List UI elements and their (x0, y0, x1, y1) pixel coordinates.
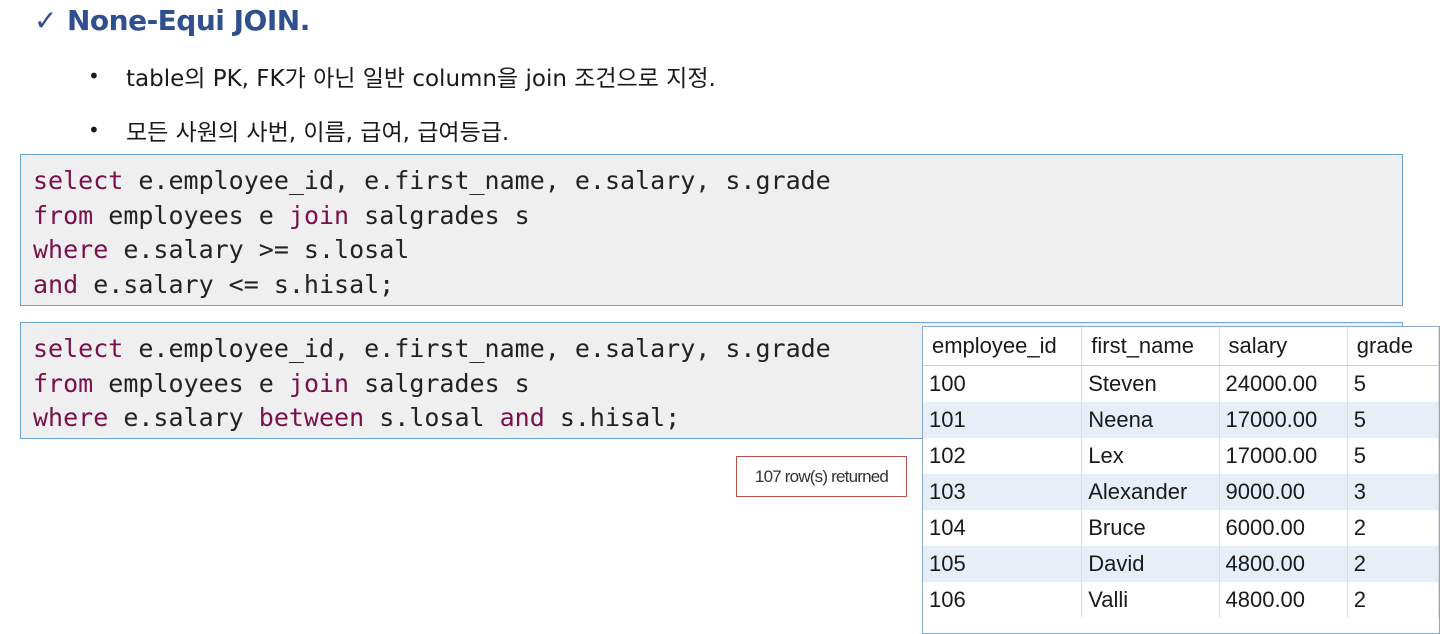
column-header[interactable]: first_name (1081, 327, 1220, 366)
table-row[interactable]: 106 Valli 4800.00 2 (923, 582, 1439, 618)
table-cell[interactable]: Lex (1081, 438, 1220, 474)
table-cell[interactable]: 2 (1347, 582, 1439, 618)
table-cell[interactable]: 17000.00 (1219, 402, 1348, 438)
table-cell[interactable]: Bruce (1081, 510, 1220, 546)
table-cell[interactable]: 4800.00 (1219, 546, 1348, 582)
sql-text: e.salary >= s.losal (108, 235, 410, 264)
table-cell[interactable]: Valli (1081, 582, 1220, 618)
section-heading: ✓ None-Equi JOIN. (34, 4, 310, 37)
table-cell[interactable]: 5 (1347, 365, 1439, 402)
table-cell[interactable]: 2 (1347, 510, 1439, 546)
table-cell[interactable]: 3 (1347, 474, 1439, 510)
sql-keyword: between (258, 403, 365, 432)
code-line: select e.employee_id, e.first_name, e.sa… (33, 164, 1390, 199)
table-cell[interactable]: David (1081, 546, 1220, 582)
table-cell[interactable]: Steven (1081, 365, 1220, 402)
sql-text: salgrades s (349, 368, 530, 398)
checkmark-icon: ✓ (34, 4, 57, 37)
sql-keyword: join (288, 200, 350, 230)
bullet-item: • 모든 사원의 사번, 이름, 급여, 급여등급. (88, 112, 716, 148)
table-row[interactable]: 105 David 4800.00 2 (923, 546, 1439, 582)
table-cell[interactable]: 100 (923, 365, 1083, 402)
sql-keyword: where (33, 403, 109, 432)
sql-keyword: select (33, 166, 124, 195)
table-cell[interactable]: 5 (1347, 438, 1439, 474)
table-cell[interactable]: 17000.00 (1219, 438, 1348, 474)
table-cell[interactable]: 2 (1347, 546, 1439, 582)
sql-text: e.employee_id, e.first_name, e.salary, s… (123, 334, 831, 363)
column-header[interactable]: grade (1347, 327, 1439, 366)
sql-keyword: from (33, 368, 94, 398)
sql-keyword: and (499, 403, 545, 432)
rows-returned-status: 107 row(s) returned (736, 456, 907, 497)
sql-text: s.hisal; (544, 403, 681, 432)
table-cell[interactable]: 102 (923, 438, 1083, 474)
sql-text: e.salary (108, 403, 259, 432)
table-cell[interactable]: 9000.00 (1219, 474, 1348, 510)
table-cell[interactable]: 105 (923, 546, 1083, 582)
result-header-row: employee_id first_name salary grade (923, 327, 1439, 366)
result-grid[interactable]: employee_id first_name salary grade 100 S… (922, 326, 1440, 634)
sql-keyword: join (288, 368, 350, 398)
table-row[interactable]: 100 Steven 24000.00 5 (923, 365, 1439, 402)
table-row[interactable]: 104 Bruce 6000.00 2 (923, 510, 1439, 546)
sql-code-block-1: select e.employee_id, e.first_name, e.sa… (20, 154, 1403, 306)
code-line: from employees e join salgrades s (33, 199, 1390, 234)
sql-keyword: from (33, 200, 94, 230)
table-cell[interactable]: 4800.00 (1219, 582, 1348, 618)
table-cell[interactable]: 5 (1347, 402, 1439, 438)
code-line: where e.salary >= s.losal (33, 233, 1390, 268)
bullet-dot-icon: • (88, 64, 100, 88)
sql-text: e.employee_id, e.first_name, e.salary, s… (123, 166, 831, 195)
table-row[interactable]: 101 Neena 17000.00 5 (923, 402, 1439, 438)
table-cell[interactable]: 101 (923, 402, 1083, 438)
column-header[interactable]: salary (1219, 327, 1348, 366)
code-line: and e.salary <= s.hisal; (33, 268, 1390, 303)
sql-text: salgrades s (349, 200, 530, 230)
column-header[interactable]: employee_id (923, 327, 1083, 366)
table-cell[interactable]: Neena (1081, 402, 1220, 438)
sql-keyword: and (33, 269, 79, 299)
sql-keyword: where (33, 235, 109, 264)
table-cell[interactable]: 106 (923, 582, 1083, 618)
table-cell[interactable]: 24000.00 (1219, 365, 1348, 402)
table-row[interactable]: 102 Lex 17000.00 5 (923, 438, 1439, 474)
table-cell[interactable]: 103 (923, 474, 1083, 510)
bullet-text: table의 PK, FK가 아닌 일반 column을 join 조건으로 지… (126, 66, 716, 92)
table-cell[interactable]: Alexander (1081, 474, 1220, 510)
bullet-list: • table의 PK, FK가 아닌 일반 column을 join 조건으로… (88, 58, 716, 166)
table-cell[interactable]: 6000.00 (1219, 510, 1348, 546)
heading-title: None-Equi JOIN. (66, 4, 310, 37)
sql-text: e.salary <= s.hisal; (78, 269, 395, 299)
bullet-dot-icon: • (88, 118, 100, 142)
table-cell[interactable]: 104 (923, 510, 1083, 546)
sql-text: employees e (93, 368, 289, 398)
table-row[interactable]: 103 Alexander 9000.00 3 (923, 474, 1439, 510)
sql-text: employees e (93, 200, 289, 230)
sql-keyword: select (33, 334, 124, 363)
sql-text: s.losal (364, 403, 500, 432)
bullet-text: 모든 사원의 사번, 이름, 급여, 급여등급. (126, 120, 510, 146)
bullet-item: • table의 PK, FK가 아닌 일반 column을 join 조건으로… (88, 58, 716, 94)
